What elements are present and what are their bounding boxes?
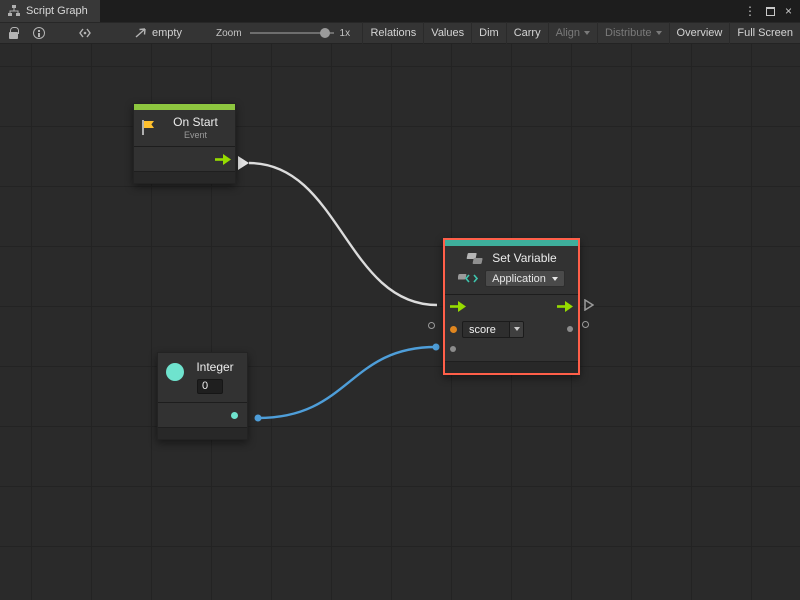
flow-out-hollow-triangle-port[interactable] <box>584 299 594 311</box>
on-start-footer <box>134 171 235 183</box>
graph-canvas[interactable]: On Start Event Set Variable <box>0 44 800 600</box>
info-button[interactable] <box>28 23 50 43</box>
on-start-titles: On Start Event <box>162 115 229 140</box>
variable-out-port[interactable] <box>567 326 573 332</box>
flag-icon <box>140 119 156 136</box>
integer-port-row <box>158 403 247 427</box>
toolbar: empty Zoom 1x Relations Values Dim Carry… <box>0 22 800 44</box>
titlebar: Script Graph ⋮ × <box>0 0 800 22</box>
value-input-row <box>445 341 578 361</box>
menu-icon[interactable]: ⋮ <box>744 4 756 18</box>
lock-icon <box>9 32 18 39</box>
integer-out-port[interactable] <box>231 412 238 419</box>
node-title: Set Variable <box>492 251 556 265</box>
combo-dropdown-button[interactable] <box>509 322 523 337</box>
value-in-port[interactable] <box>450 346 456 352</box>
variable-name-value: score <box>463 322 509 337</box>
set-variable-header: Set Variable <box>445 246 578 267</box>
fullscreen-button[interactable]: Full Screen <box>729 22 800 44</box>
dim-button[interactable]: Dim <box>471 22 506 44</box>
toolbar-buttons: Relations Values Dim Carry Align Distrib… <box>362 22 800 44</box>
maximize-icon[interactable] <box>766 7 775 16</box>
node-title: Integer <box>191 360 239 374</box>
variable-out-hollow-port[interactable] <box>582 321 589 328</box>
graph-name-label: empty <box>152 27 182 39</box>
zoom-slider-handle[interactable] <box>320 28 330 38</box>
relations-button[interactable]: Relations <box>362 22 423 44</box>
values-button[interactable]: Values <box>423 22 471 44</box>
script-graph-window: Script Graph ⋮ × empty <box>0 0 800 600</box>
node-subtitle: Event <box>162 130 229 140</box>
variable-name-row: score <box>445 317 578 341</box>
variable-name-hollow-port[interactable] <box>428 322 435 329</box>
flow-connection-wire[interactable] <box>249 163 437 305</box>
lock-button[interactable] <box>2 23 24 43</box>
zoom-value: 1x <box>340 28 351 39</box>
set-variable-flow-row <box>445 295 578 317</box>
graph-breadcrumb[interactable]: empty <box>134 27 182 39</box>
tab-script-graph[interactable]: Script Graph <box>0 0 100 22</box>
caret-down-icon <box>552 277 558 281</box>
node-set-variable[interactable]: Set Variable Application <box>443 238 580 375</box>
variables-icon <box>466 252 486 265</box>
set-variable-icon <box>458 272 480 285</box>
value-connection-wire[interactable] <box>258 347 436 418</box>
flow-in-arrow-icon[interactable] <box>450 301 466 312</box>
caret-down-icon <box>656 31 662 35</box>
flow-out-port-triangle[interactable] <box>238 156 249 170</box>
graph-pointer-icon <box>134 27 147 39</box>
scope-dropdown-value: Application <box>492 273 546 285</box>
inspector-button[interactable] <box>74 23 96 43</box>
integer-value-field[interactable]: 0 <box>197 379 223 394</box>
value-wire-end-dot[interactable] <box>433 344 440 351</box>
inspector-icon <box>78 27 92 39</box>
distribute-button[interactable]: Distribute <box>597 22 668 44</box>
overview-button[interactable]: Overview <box>669 22 730 44</box>
value-wire-start-dot[interactable] <box>255 415 262 422</box>
tab-title: Script Graph <box>26 5 88 17</box>
node-on-start[interactable]: On Start Event <box>133 103 236 184</box>
scope-dropdown[interactable]: Application <box>485 270 565 287</box>
connection-wires <box>0 44 800 600</box>
integer-footer <box>158 427 247 439</box>
set-variable-scope-row: Application <box>445 267 578 294</box>
node-title: On Start <box>162 115 229 129</box>
integer-titles: Integer 0 <box>191 360 239 394</box>
flow-arrow-icon[interactable] <box>215 154 231 165</box>
zoom-slider[interactable] <box>250 23 334 43</box>
info-icon <box>33 27 45 39</box>
caret-down-icon <box>584 31 590 35</box>
caret-down-icon <box>514 327 520 331</box>
integer-header: Integer 0 <box>158 353 247 402</box>
flow-out-arrow-icon[interactable] <box>557 301 573 312</box>
carry-button[interactable]: Carry <box>506 22 548 44</box>
graph-icon <box>8 5 20 17</box>
variable-name-port[interactable] <box>450 326 457 333</box>
node-integer[interactable]: Integer 0 <box>157 352 248 440</box>
align-button[interactable]: Align <box>548 22 597 44</box>
on-start-header: On Start Event <box>134 110 235 146</box>
variable-name-combo[interactable]: score <box>462 321 524 338</box>
on-start-flow-row <box>134 147 235 171</box>
window-controls: ⋮ × <box>744 0 800 22</box>
close-icon[interactable]: × <box>785 4 792 18</box>
zoom-label: Zoom <box>216 28 242 39</box>
set-variable-footer <box>445 361 578 373</box>
integer-circle-icon <box>166 363 184 381</box>
